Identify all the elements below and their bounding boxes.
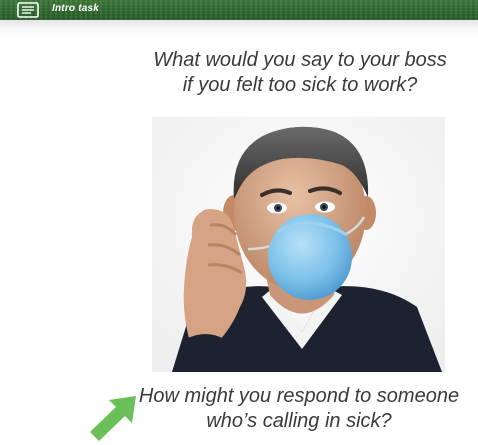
tab-label[interactable]: Intro task: [52, 3, 99, 14]
question-line-2: if you felt too sick to work?: [182, 74, 418, 96]
man-with-mask-on-phone-photo: [152, 117, 445, 372]
prompt-line-2: who’s calling in sick?: [206, 410, 392, 432]
prompt-line-1: How might you respond to someone: [138, 385, 460, 407]
question-text: What would you say to your boss if you f…: [120, 48, 478, 98]
prompt-text: How might you respond to someone who’s c…: [124, 384, 474, 434]
top-bar: Intro task: [0, 0, 478, 20]
header-shadow: [0, 20, 478, 38]
notes-icon[interactable]: [17, 2, 39, 18]
question-line-1: What would you say to your boss: [153, 49, 447, 71]
green-arrow-icon: [90, 396, 136, 441]
